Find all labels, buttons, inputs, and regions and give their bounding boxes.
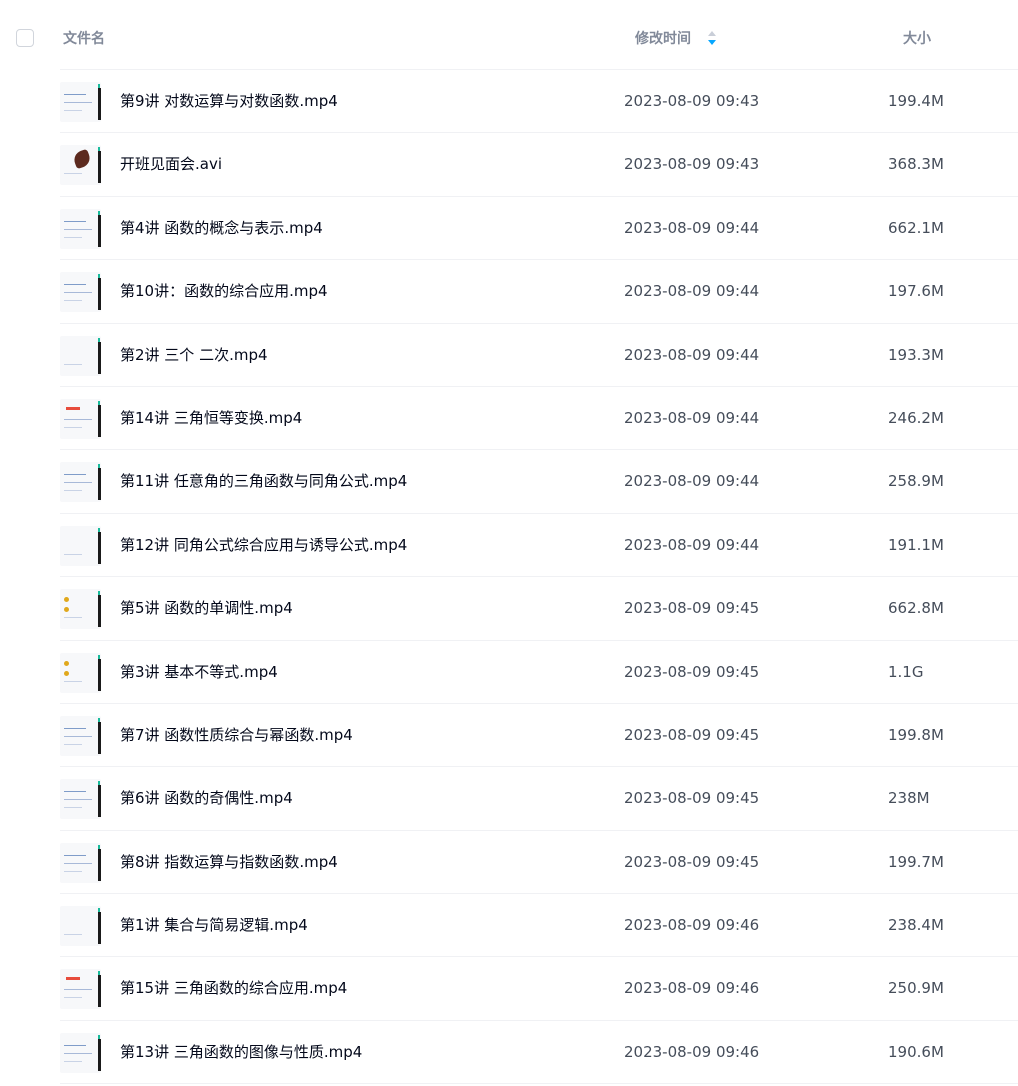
file-modified-time: 2023-08-09 09:44 [624, 408, 760, 427]
file-row[interactable]: 第12讲 同角公式综合应用与诱导公式.mp4 2023-08-09 09:44 19… [0, 514, 1018, 578]
file-modified-time: 2023-08-09 09:43 [624, 92, 760, 110]
select-all-checkbox[interactable] [16, 29, 34, 47]
video-thumbnail-icon[interactable] [60, 1032, 101, 1073]
file-row[interactable]: 第11讲 任意角的三角函数与同角公式.mp4 2023-08-09 09:44 25… [0, 450, 1018, 514]
file-name[interactable]: 第13讲 三角函数的图像与性质.mp4 [120, 1043, 362, 1062]
video-thumbnail-icon[interactable] [60, 969, 101, 1010]
file-modified-time: 2023-08-09 09:44 [624, 282, 760, 301]
file-modified-time: 2023-08-09 09:46 [624, 1042, 760, 1061]
file-modified-time: 2023-08-09 09:43 [624, 155, 760, 174]
video-thumbnail-icon[interactable] [60, 208, 101, 249]
sort-active-arrow [708, 40, 716, 45]
file-modified-time: 2023-08-09 09:45 [624, 789, 760, 808]
file-modified-time: 2023-08-09 09:46 [624, 979, 760, 998]
file-name[interactable]: 第4讲 函数的概念与表示.mp4 [120, 219, 323, 238]
file-size: 246.2M [888, 408, 944, 427]
file-rows: 第9讲 对数运算与对数函数.mp4 2023-08-09 09:43 199.4M 开… [0, 70, 1018, 1085]
video-thumbnail-icon[interactable] [60, 589, 101, 630]
file-row[interactable]: 第3讲 基本不等式.mp4 2023-08-09 09:45 1.1G [0, 641, 1018, 704]
video-thumbnail-icon[interactable] [60, 842, 101, 883]
file-name[interactable]: 第7讲 函数性质综合与幂函数.mp4 [120, 726, 353, 745]
column-header-name[interactable]: 文件名 [63, 30, 105, 48]
file-row[interactable]: 第2讲 三个 二次.mp4 2023-08-09 09:44 193.3M [0, 324, 1018, 387]
file-row[interactable]: 第8讲 指数运算与指数函数.mp4 2023-08-09 09:45 199.7M [0, 831, 1018, 895]
video-thumbnail-icon[interactable] [60, 779, 101, 820]
file-name[interactable]: 第14讲 三角恒等变换.mp4 [120, 409, 302, 428]
video-thumbnail-icon[interactable] [60, 715, 101, 756]
file-size: 1.1G [888, 662, 924, 681]
file-name[interactable]: 第1讲 集合与简易逻辑.mp4 [120, 916, 308, 935]
file-name[interactable]: 第8讲 指数运算与指数函数.mp4 [120, 853, 338, 872]
video-thumbnail-icon[interactable] [60, 272, 101, 313]
file-row[interactable]: 第5讲 函数的单调性.mp4 2023-08-09 09:45 662.8M [0, 577, 1018, 641]
file-modified-time: 2023-08-09 09:44 [624, 345, 760, 364]
file-modified-time: 2023-08-09 09:44 [624, 472, 760, 491]
file-size: 193.3M [888, 345, 944, 364]
file-size: 662.1M [888, 218, 944, 237]
column-header-size[interactable]: 大小 [903, 30, 931, 48]
file-name[interactable]: 第2讲 三个 二次.mp4 [120, 346, 268, 365]
file-size: 199.7M [888, 852, 944, 871]
video-thumbnail-icon[interactable] [60, 462, 101, 503]
video-thumbnail-icon[interactable] [60, 652, 101, 693]
file-size: 258.9M [888, 472, 944, 491]
file-row[interactable]: 开班见面会.avi 2023-08-09 09:43 368.3M [0, 133, 1018, 197]
list-header [0, 6, 1018, 70]
file-name[interactable]: 第15讲 三角函数的综合应用.mp4 [120, 979, 347, 998]
file-name[interactable]: 开班见面会.avi [120, 155, 222, 174]
file-name[interactable]: 第12讲 同角公式综合应用与诱导公式.mp4 [120, 536, 407, 555]
file-name[interactable]: 第6讲 函数的奇偶性.mp4 [120, 789, 293, 808]
file-name[interactable]: 第5讲 函数的单调性.mp4 [120, 599, 293, 618]
file-name[interactable]: 第10讲：函数的综合应用.mp4 [120, 282, 328, 301]
video-thumbnail-icon[interactable] [60, 82, 101, 122]
file-row[interactable]: 第15讲 三角函数的综合应用.mp4 2023-08-09 09:46 250.9M [0, 957, 1018, 1021]
file-row[interactable]: 第10讲：函数的综合应用.mp4 2023-08-09 09:44 197.6M [0, 260, 1018, 324]
video-thumbnail-icon[interactable] [60, 335, 101, 376]
file-size: 250.9M [888, 979, 944, 998]
file-size: 190.6M [888, 1042, 944, 1061]
file-modified-time: 2023-08-09 09:45 [624, 599, 760, 618]
file-name[interactable]: 第3讲 基本不等式.mp4 [120, 663, 278, 682]
file-name[interactable]: 第11讲 任意角的三角函数与同角公式.mp4 [120, 472, 407, 491]
file-size: 238.4M [888, 916, 944, 935]
file-size: 662.8M [888, 599, 944, 618]
file-modified-time: 2023-08-09 09:44 [624, 218, 760, 237]
file-row[interactable]: 第4讲 函数的概念与表示.mp4 2023-08-09 09:44 662.1M [0, 197, 1018, 261]
file-size: 238M [888, 789, 930, 808]
video-thumbnail-icon[interactable] [60, 145, 101, 186]
column-header-modified-time[interactable]: 修改时间 [635, 30, 691, 48]
file-row[interactable]: 第6讲 函数的奇偶性.mp4 2023-08-09 09:45 238M [0, 767, 1018, 831]
file-modified-time: 2023-08-09 09:44 [624, 535, 760, 554]
video-thumbnail-icon[interactable] [60, 398, 101, 439]
file-size: 199.4M [888, 92, 944, 110]
file-row[interactable]: 第13讲 三角函数的图像与性质.mp4 2023-08-09 09:46 190.6… [0, 1021, 1018, 1085]
file-row[interactable]: 第9讲 对数运算与对数函数.mp4 2023-08-09 09:43 199.4M [0, 70, 1018, 134]
file-size: 191.1M [888, 535, 944, 554]
file-size: 199.8M [888, 725, 944, 744]
file-name[interactable]: 第9讲 对数运算与对数函数.mp4 [120, 92, 338, 111]
sort-descending-icon[interactable] [706, 30, 718, 46]
file-list: 文件名 修改时间 大小 第9讲 对数运算与对数函数.mp4 2023-08-09 … [0, 0, 1018, 1086]
file-modified-time: 2023-08-09 09:45 [624, 662, 760, 681]
video-thumbnail-icon[interactable] [60, 525, 101, 566]
file-row[interactable]: 第7讲 函数性质综合与幂函数.mp4 2023-08-09 09:45 199.8M [0, 704, 1018, 768]
file-modified-time: 2023-08-09 09:46 [624, 916, 760, 935]
file-modified-time: 2023-08-09 09:45 [624, 725, 760, 744]
file-modified-time: 2023-08-09 09:45 [624, 852, 760, 871]
file-row[interactable]: 第14讲 三角恒等变换.mp4 2023-08-09 09:44 246.2M [0, 387, 1018, 451]
file-size: 197.6M [888, 282, 944, 301]
file-row[interactable]: 第1讲 集合与简易逻辑.mp4 2023-08-09 09:46 238.4M [0, 894, 1018, 958]
video-thumbnail-icon[interactable] [60, 906, 101, 947]
file-size: 368.3M [888, 155, 944, 174]
row-divider [60, 1083, 1018, 1085]
